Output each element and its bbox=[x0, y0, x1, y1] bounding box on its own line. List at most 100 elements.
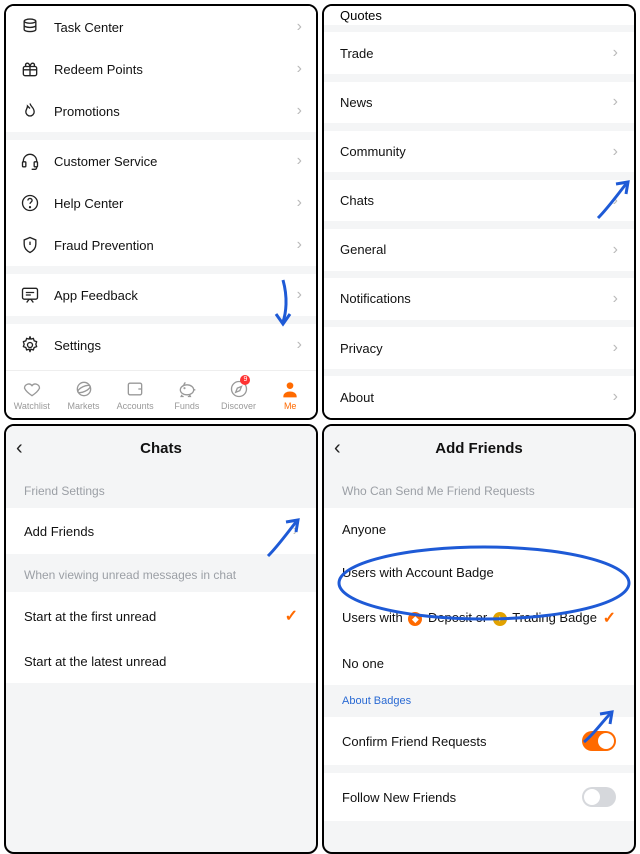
row-label: Redeem Points bbox=[54, 62, 297, 77]
row-label: Chats bbox=[340, 193, 613, 208]
question-icon bbox=[20, 193, 40, 213]
back-button[interactable]: ‹ bbox=[334, 437, 358, 460]
row-label: About bbox=[340, 390, 613, 405]
tab-accounts[interactable]: Accounts bbox=[109, 371, 161, 418]
tab-label: Markets bbox=[68, 401, 100, 411]
opt-label: Start at the first unread bbox=[24, 609, 285, 624]
page-title: Chats bbox=[40, 440, 306, 457]
chevron-right-icon: › bbox=[613, 339, 618, 357]
row-community[interactable]: Community› bbox=[324, 131, 634, 173]
opt-account-badge[interactable]: Users with Account Badge bbox=[324, 551, 634, 594]
opt-label: Users with ◆ Deposit or ✦ Trading Badge bbox=[342, 610, 603, 627]
row-app-feedback[interactable]: App Feedback › bbox=[6, 274, 316, 316]
section-who-can-send: Who Can Send Me Friend Requests bbox=[324, 470, 634, 508]
row-label: Settings bbox=[54, 338, 297, 353]
gift-icon bbox=[20, 59, 40, 79]
panel-add-friends: ‹ Add Friends Who Can Send Me Friend Req… bbox=[322, 424, 636, 854]
row-label: App Feedback bbox=[54, 288, 297, 303]
chevron-right-icon: › bbox=[293, 522, 298, 540]
screen-header: ‹ Add Friends bbox=[324, 426, 634, 470]
chevron-right-icon: › bbox=[297, 194, 302, 212]
gear-icon bbox=[20, 335, 40, 355]
row-trade[interactable]: Trade› bbox=[324, 32, 634, 74]
row-label: Privacy bbox=[340, 341, 613, 356]
chevron-right-icon: › bbox=[613, 241, 618, 259]
row-chats[interactable]: Chats› bbox=[324, 180, 634, 222]
row-news[interactable]: News› bbox=[324, 82, 634, 124]
notification-badge: 9 bbox=[240, 375, 250, 385]
headset-icon bbox=[20, 151, 40, 171]
row-label: Add Friends bbox=[24, 524, 293, 539]
feedback-icon bbox=[20, 285, 40, 305]
row-privacy[interactable]: Privacy› bbox=[324, 327, 634, 369]
bottom-tabbar: Watchlist Markets Accounts Funds 9 Disco… bbox=[6, 370, 316, 418]
row-promotions[interactable]: Promotions › bbox=[6, 90, 316, 132]
row-label: News bbox=[340, 95, 613, 110]
opt-anyone[interactable]: Anyone bbox=[324, 508, 634, 551]
row-general[interactable]: General› bbox=[324, 229, 634, 271]
row-about[interactable]: About› bbox=[324, 376, 634, 418]
opt-first-unread[interactable]: Start at the first unread ✓ bbox=[6, 592, 316, 640]
opt-deposit-trading-badge[interactable]: Users with ◆ Deposit or ✦ Trading Badge … bbox=[324, 594, 634, 642]
row-label: Help Center bbox=[54, 196, 297, 211]
row-confirm-friend-requests: Confirm Friend Requests bbox=[324, 717, 634, 765]
opt-latest-unread[interactable]: Start at the latest unread bbox=[6, 640, 316, 683]
row-label: Community bbox=[340, 144, 613, 159]
tab-markets[interactable]: Markets bbox=[58, 371, 110, 418]
chevron-right-icon: › bbox=[613, 388, 618, 406]
section-friend-settings: Friend Settings bbox=[6, 470, 316, 508]
row-label: Notifications bbox=[340, 291, 613, 306]
panel-settings-list: Quotes Trade› News› Community› Chats› Ge… bbox=[322, 4, 636, 420]
checkmark-icon: ✓ bbox=[603, 608, 616, 628]
tab-label: Me bbox=[284, 401, 297, 411]
row-label: Fraud Prevention bbox=[54, 238, 297, 253]
row-label: General bbox=[340, 242, 613, 257]
opt-label: Start at the latest unread bbox=[24, 654, 298, 669]
flame-icon bbox=[20, 101, 40, 121]
chevron-right-icon: › bbox=[297, 286, 302, 304]
opt-no-one[interactable]: No one bbox=[324, 642, 634, 685]
shield-icon bbox=[20, 235, 40, 255]
opt-label: Users with Account Badge bbox=[342, 565, 616, 580]
row-quotes[interactable]: Quotes bbox=[324, 6, 634, 25]
opt-label: No one bbox=[342, 656, 616, 671]
chevron-right-icon: › bbox=[297, 102, 302, 120]
tab-label: Watchlist bbox=[14, 401, 50, 411]
chevron-right-icon: › bbox=[297, 60, 302, 78]
chevron-right-icon: › bbox=[297, 152, 302, 170]
opt-label: Anyone bbox=[342, 522, 616, 537]
row-customer-service[interactable]: Customer Service › bbox=[6, 140, 316, 182]
tab-label: Funds bbox=[174, 401, 199, 411]
tab-label: Discover bbox=[221, 401, 256, 411]
row-add-friends[interactable]: Add Friends › bbox=[6, 508, 316, 554]
checkmark-icon: ✓ bbox=[285, 606, 298, 626]
deposit-badge-icon: ◆ bbox=[408, 612, 422, 626]
screen-header: ‹ Chats bbox=[6, 426, 316, 470]
row-label: Task Center bbox=[54, 20, 297, 35]
panel-chats-settings: ‹ Chats Friend Settings Add Friends › Wh… bbox=[4, 424, 318, 854]
chevron-right-icon: › bbox=[613, 44, 618, 62]
row-task-center[interactable]: Task Center › bbox=[6, 6, 316, 48]
link-about-badges[interactable]: About Badges bbox=[324, 685, 634, 717]
row-notifications[interactable]: Notifications› bbox=[324, 278, 634, 320]
row-fraud-prevention[interactable]: Fraud Prevention › bbox=[6, 224, 316, 266]
page-title: Add Friends bbox=[358, 440, 624, 457]
row-settings[interactable]: Settings › bbox=[6, 324, 316, 366]
tab-discover[interactable]: 9 Discover bbox=[213, 371, 265, 418]
chevron-right-icon: › bbox=[613, 290, 618, 308]
row-redeem-points[interactable]: Redeem Points › bbox=[6, 48, 316, 90]
tab-label: Accounts bbox=[117, 401, 154, 411]
row-label: Follow New Friends bbox=[342, 790, 582, 805]
tab-watchlist[interactable]: Watchlist bbox=[6, 371, 58, 418]
row-label: Promotions bbox=[54, 104, 297, 119]
row-help-center[interactable]: Help Center › bbox=[6, 182, 316, 224]
toggle-confirm-requests[interactable] bbox=[582, 731, 616, 751]
tab-me[interactable]: Me bbox=[264, 371, 316, 418]
row-label: Quotes bbox=[340, 8, 382, 23]
chevron-right-icon: › bbox=[297, 236, 302, 254]
toggle-follow-new-friends[interactable] bbox=[582, 787, 616, 807]
section-unread: When viewing unread messages in chat bbox=[6, 554, 316, 592]
chevron-right-icon: › bbox=[297, 336, 302, 354]
back-button[interactable]: ‹ bbox=[16, 437, 40, 460]
tab-funds[interactable]: Funds bbox=[161, 371, 213, 418]
